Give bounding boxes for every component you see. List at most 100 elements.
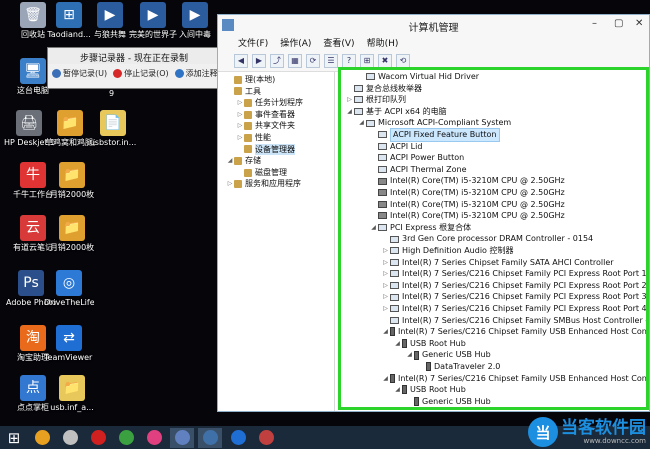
menu-item[interactable]: 文件(F) — [238, 36, 268, 49]
computer-management-window[interactable]: 计算机管理 – ▢ ✕ 文件(F) 操作(A) 查看(V) 帮助(H) ◀ ▶ ⤴ ▦ ⟳ ☰?… — [217, 14, 650, 412]
nav-tree-item[interactable]: ▷ 共享文件夹 — [218, 120, 334, 132]
expand-arrow-icon[interactable]: ◢ — [405, 349, 414, 361]
device-tree-item[interactable]: Intel(R) 7 Series/C216 Chipset Family SM… — [381, 315, 646, 327]
device-tree-item[interactable]: ◢ Intel(R) 7 Series/C216 Chipset Family U… — [381, 373, 646, 385]
expand-arrow-icon[interactable]: ▷ — [236, 109, 244, 121]
taskbar-app-fox[interactable] — [58, 428, 82, 448]
device-tree-item[interactable]: ▷ Intel(R) 7 Series Chipset Family SATA A… — [381, 257, 613, 269]
taskbar-app-colorball[interactable] — [142, 428, 166, 448]
device-tree-item[interactable]: ACPI Fixed Feature Button — [369, 128, 500, 142]
taskbar-app-computer-management[interactable] — [198, 427, 222, 448]
desktop-icon[interactable]: ◎ DriveTheLife — [44, 270, 94, 308]
device-tree-item[interactable]: ▷ High Definition Audio 控制器 — [381, 245, 513, 257]
device-tree-item[interactable]: ◢ PCI Express 根复合体 — [369, 222, 471, 234]
device-tree-item[interactable]: ▷ 根打印队列 — [345, 94, 406, 106]
taskbar-app-netease[interactable] — [86, 428, 110, 448]
device-tree-item[interactable]: Intel(R) Core(TM) i5-3210M CPU @ 2.50GHz — [369, 210, 565, 222]
properties-icon[interactable]: ☰ — [324, 53, 338, 68]
help-icon[interactable]: ? — [342, 53, 356, 68]
device-tree-item[interactable]: ▷ Intel(R) 7 Series/C216 Chipset Family P… — [381, 280, 646, 292]
device-tree-item[interactable]: Intel(R) Core(TM) i5-3210M CPU @ 2.50GHz — [369, 175, 565, 187]
expand-arrow-icon[interactable]: ◢ — [226, 155, 234, 167]
taskbar-app-chrome[interactable] — [114, 428, 138, 448]
navigation-tree[interactable]: 理(本地) 工具 ▷ 任务计划程序 ▷ 事件查看器 ▷ 共享文件夹 ▷ 性能 设备管理器 ◢ 存储 磁盘管… — [218, 72, 335, 411]
device-tree-item[interactable]: ◢ Intel(R) 7 Series/C216 Chipset Family U… — [381, 326, 646, 338]
expand-arrow-icon[interactable]: ◢ — [369, 222, 378, 234]
expand-icon[interactable]: ⊞ — [360, 53, 374, 68]
menu-item[interactable]: 操作(A) — [280, 36, 311, 49]
device-tree-item[interactable]: ▷ Intel(R) 7 Series/C216 Chipset Family P… — [381, 291, 646, 303]
expand-arrow-icon[interactable]: ▷ — [381, 280, 390, 292]
expand-arrow-icon[interactable]: ▷ — [381, 303, 390, 315]
taskbar-app-remote[interactable] — [254, 428, 278, 448]
device-manager-tree[interactable]: Wacom Virtual Hid Driver 复合总线枚举器 ▷ 根打印队列 ◢ 基于… — [338, 67, 649, 410]
close-icon[interactable]: ✕ — [635, 18, 643, 29]
device-tree-item[interactable]: DataTraveler 2.0 — [417, 361, 500, 373]
pause-record-button[interactable]: 暂停记录(U) — [52, 68, 107, 79]
uninstall-icon[interactable]: ✖ — [378, 53, 392, 68]
device-tree-item[interactable]: ◢ USB Root Hub — [393, 338, 466, 350]
expand-arrow-icon[interactable]: ◢ — [393, 384, 402, 396]
nav-tree-item[interactable]: ▷ 服务和应用程序 — [218, 178, 334, 190]
desktop-icon[interactable]: ▶ 入间中毒 — [170, 2, 220, 40]
device-tree-item[interactable]: ◢ Generic USB Hub — [405, 349, 491, 361]
device-tree-item[interactable]: Generic USB Hub — [405, 396, 491, 407]
menu-item[interactable]: 帮助(H) — [367, 36, 399, 49]
device-tree-item[interactable]: Intel(R) Core(TM) i5-3210M CPU @ 2.50GHz — [369, 187, 565, 199]
device-tree-item[interactable]: Intel(R) Core(TM) i5-3210M CPU @ 2.50GHz — [369, 199, 565, 211]
expand-arrow-icon[interactable]: ▷ — [236, 120, 244, 132]
scan-icon[interactable]: ⟲ — [396, 53, 410, 68]
device-tree-item[interactable]: ACPI Thermal Zone — [369, 164, 467, 176]
expand-arrow-icon[interactable]: ▷ — [236, 132, 244, 144]
nav-tree-item[interactable]: ▷ 性能 — [218, 132, 334, 144]
back-icon[interactable]: ◀ — [234, 53, 248, 68]
maximize-icon[interactable]: ▢ — [614, 18, 623, 29]
view-icon[interactable]: ▦ — [288, 53, 302, 68]
expand-arrow-icon[interactable]: ▷ — [236, 97, 244, 109]
nav-tree-item[interactable]: 磁盘管理 — [218, 167, 334, 179]
taskbar-app-teamviewer[interactable] — [226, 428, 250, 448]
device-tree-item[interactable]: ▷ Intel(R) 7 Series/C216 Chipset Family P… — [381, 268, 646, 280]
stop-record-button[interactable]: 停止记录(O) — [113, 68, 169, 79]
desktop-icon-label: DriveTheLife — [44, 298, 94, 307]
device-tree-item[interactable]: Wacom Virtual Hid Driver — [357, 71, 479, 83]
nav-tree-item[interactable]: 工具 — [218, 86, 334, 98]
device-tree-item[interactable]: 复合总线枚举器 — [345, 83, 422, 95]
taskbar-app-psr[interactable] — [170, 427, 194, 448]
expand-arrow-icon[interactable]: ▷ — [345, 94, 354, 106]
taskbar-app-pinwheel[interactable] — [30, 428, 54, 448]
cm-titlebar[interactable]: 计算机管理 – ▢ ✕ — [218, 15, 649, 35]
nav-tree-item[interactable]: ▷ 事件查看器 — [218, 109, 334, 121]
nav-tree-item[interactable]: 理(本地) — [218, 74, 334, 86]
expand-arrow-icon[interactable]: ◢ — [357, 117, 366, 129]
start-button[interactable]: ⊞ — [2, 428, 26, 448]
expand-arrow-icon[interactable]: ◢ — [381, 373, 390, 385]
nav-tree-item[interactable]: 设备管理器 — [218, 143, 334, 156]
desktop-icon[interactable]: 📁 月销2000枚 — [47, 215, 97, 253]
refresh-icon[interactable]: ⟳ — [306, 53, 320, 68]
desktop-icon[interactable]: 📁 月销2000枚 — [47, 162, 97, 200]
expand-arrow-icon[interactable]: ▷ — [226, 178, 234, 190]
up-icon[interactable]: ⤴ — [270, 53, 284, 68]
expand-arrow-icon[interactable]: ▷ — [381, 245, 390, 257]
device-tree-item[interactable]: 3rd Gen Core processor DRAM Controller -… — [381, 233, 593, 245]
desktop-icon[interactable]: ⇄ TeamViewer 汉化版_@4... — [44, 325, 94, 363]
device-tree-item[interactable]: ▷ Intel(R) 7 Series/C216 Chipset Family P… — [381, 303, 646, 315]
nav-tree-item[interactable]: ◢ 存储 — [218, 155, 334, 167]
nav-tree-item[interactable]: ▷ 任务计划程序 — [218, 97, 334, 109]
minimize-icon[interactable]: – — [592, 18, 597, 29]
expand-arrow-icon[interactable]: ◢ — [345, 106, 354, 118]
device-tree-item[interactable]: ◢ USB Root Hub — [393, 384, 466, 396]
expand-arrow-icon[interactable]: ◢ — [393, 338, 402, 350]
device-tree-item[interactable]: ACPI Power Button — [369, 152, 464, 164]
forward-icon[interactable]: ▶ — [252, 53, 266, 68]
expand-arrow-icon[interactable]: ▷ — [381, 257, 390, 269]
device-tree-item[interactable]: ◢ 基于 ACPI x64 的电脑 — [345, 106, 446, 118]
expand-arrow-icon[interactable]: ◢ — [381, 326, 390, 338]
device-tree-item[interactable]: ACPI Lid — [369, 141, 422, 153]
expand-arrow-icon[interactable]: ▷ — [381, 291, 390, 303]
expand-arrow-icon[interactable]: ▷ — [381, 268, 390, 280]
menu-item[interactable]: 查看(V) — [323, 36, 354, 49]
desktop-icon[interactable]: 📁 usb.inf_a... — [47, 375, 97, 413]
desktop-icon[interactable]: 📄 usbstor.in... — [88, 110, 138, 148]
